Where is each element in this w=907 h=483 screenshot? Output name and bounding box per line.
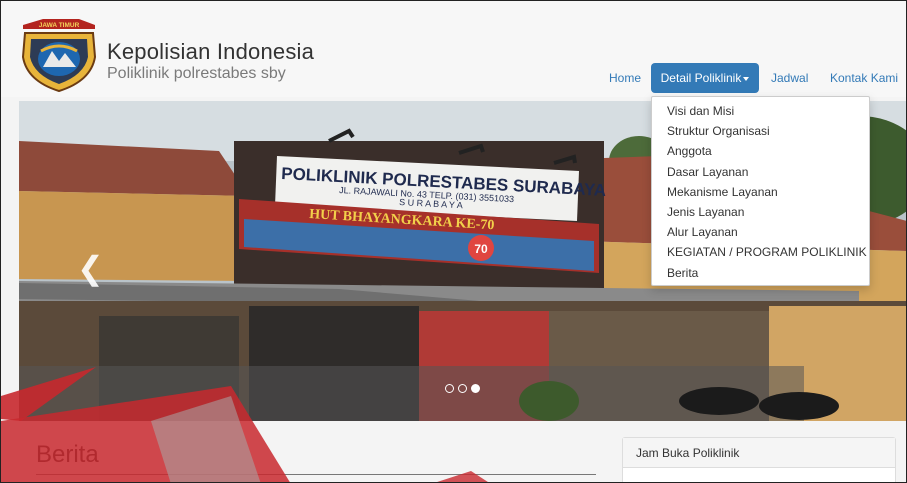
- carousel-indicator-1[interactable]: [445, 384, 454, 393]
- panel-title: Jam Buka Poliklinik: [623, 438, 895, 468]
- menu-item-jenis-layanan[interactable]: Jenis Layanan: [652, 202, 869, 222]
- caret-down-icon: [743, 76, 750, 81]
- carousel-indicator-3[interactable]: [471, 384, 480, 393]
- menu-item-struktur-organisasi[interactable]: Struktur Organisasi: [652, 121, 869, 141]
- menu-item-dasar-layanan[interactable]: Dasar Layanan: [652, 162, 869, 182]
- site-header: JAWA TIMUR Kepolisian Indonesia Poliklin…: [1, 1, 906, 97]
- menu-item-anggota[interactable]: Anggota: [652, 141, 869, 161]
- nav-kontak-link[interactable]: Kontak Kami: [830, 63, 898, 93]
- detail-poliklinik-menu: Visi dan Misi Struktur Organisasi Anggot…: [651, 96, 870, 286]
- site-subtitle: Poliklinik polrestabes sby: [107, 65, 286, 82]
- logo-badge-text: JAWA TIMUR: [39, 22, 80, 29]
- nav-jadwal-link[interactable]: Jadwal: [771, 63, 808, 93]
- carousel-indicator-2[interactable]: [458, 384, 467, 393]
- chevron-left-icon[interactable]: ❮: [77, 249, 104, 287]
- menu-item-kegiatan-program[interactable]: KEGIATAN / PROGRAM POLIKLINIK: [652, 242, 869, 262]
- menu-item-berita[interactable]: Berita: [652, 263, 869, 283]
- site-title[interactable]: Kepolisian Indonesia: [107, 39, 314, 65]
- nav-detail-poliklinik-dropdown[interactable]: Detail Poliklinik: [651, 63, 759, 93]
- banner-badge-text: 70: [474, 242, 488, 256]
- nav-detail-label: Detail Poliklinik: [660, 71, 742, 85]
- menu-item-mekanisme-layanan[interactable]: Mekanisme Layanan: [652, 182, 869, 202]
- police-logo[interactable]: JAWA TIMUR: [19, 15, 99, 93]
- nav-home-link[interactable]: Home: [609, 63, 641, 93]
- carousel-indicators: [445, 384, 485, 396]
- menu-item-alur-layanan[interactable]: Alur Layanan: [652, 222, 869, 242]
- heading-divider: [36, 474, 596, 475]
- jam-buka-panel: Jam Buka Poliklinik: [622, 437, 896, 482]
- menu-item-visi-misi[interactable]: Visi dan Misi: [652, 101, 869, 121]
- browser-viewport: JAWA TIMUR Kepolisian Indonesia Poliklin…: [0, 0, 907, 483]
- berita-heading: Berita: [36, 441, 99, 468]
